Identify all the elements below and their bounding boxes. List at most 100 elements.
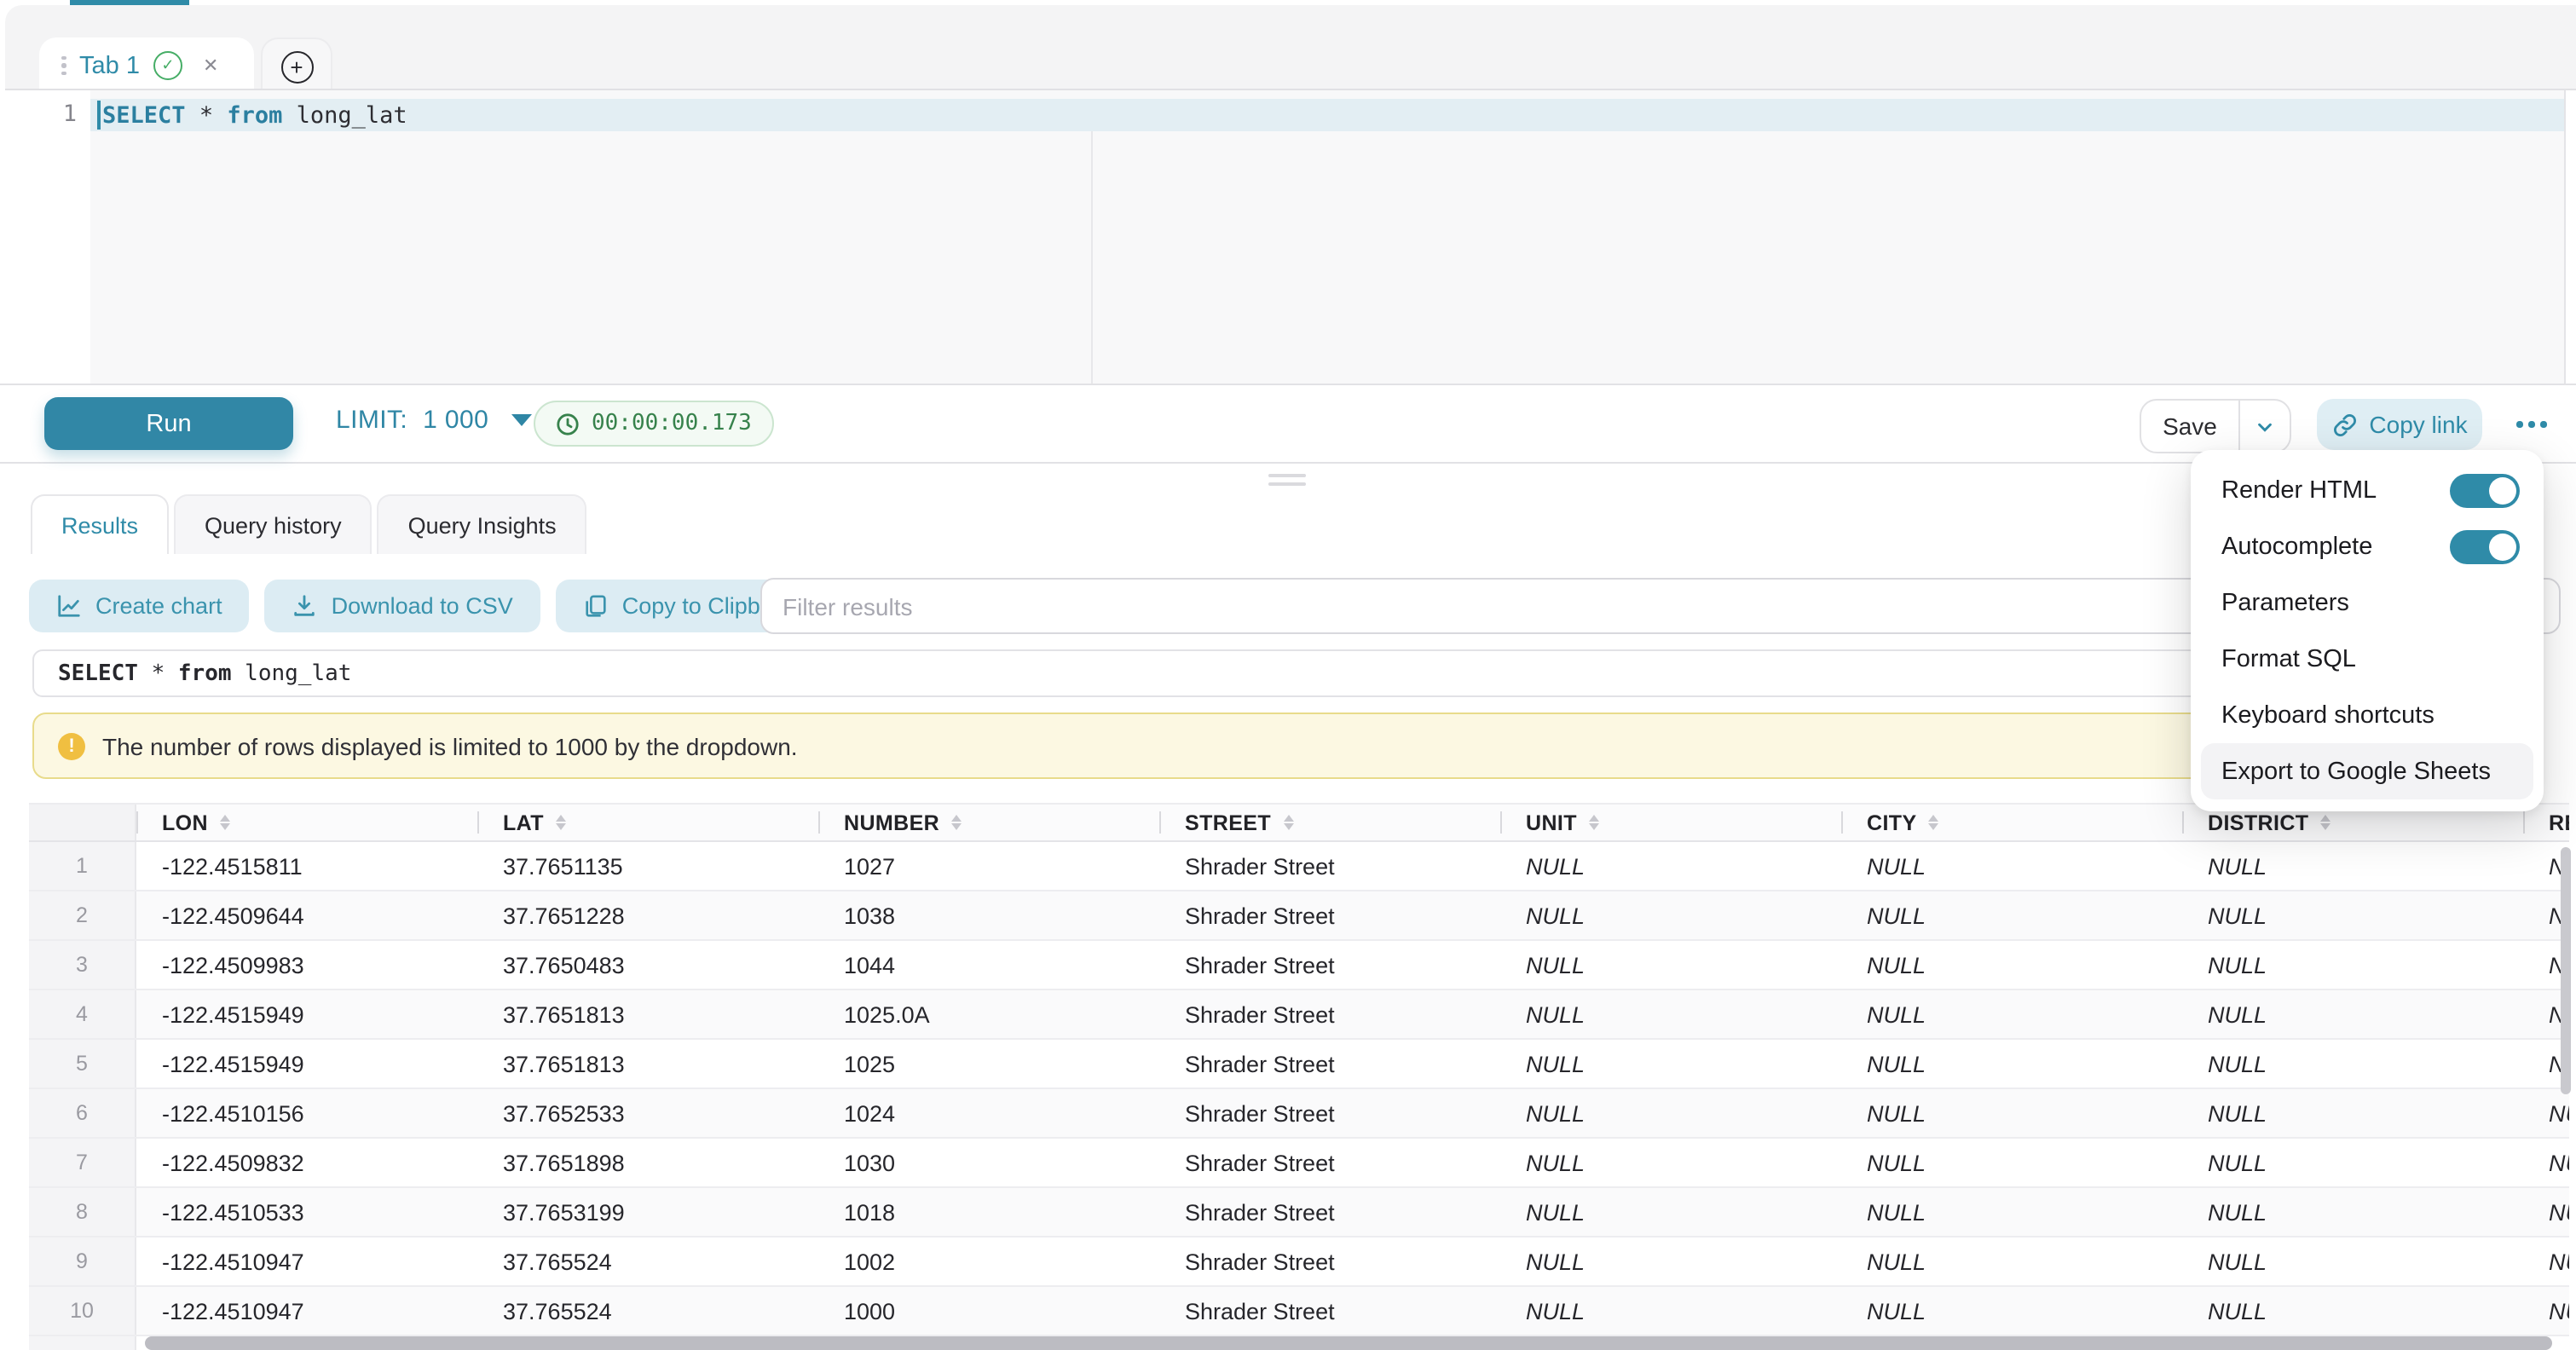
- vertical-scrollbar[interactable]: [2561, 847, 2571, 1094]
- sql-keyword: from: [227, 102, 282, 130]
- panel-resize-handle[interactable]: [1268, 474, 1306, 485]
- column-header-unit[interactable]: UNIT: [1500, 805, 1841, 840]
- table-cell: 1027: [818, 842, 1159, 890]
- table-cell: NULL: [1841, 842, 2182, 890]
- table-row[interactable]: 2-122.450964437.76512281038Shrader Stree…: [29, 891, 2569, 941]
- table-cell: -122.4515811: [136, 842, 477, 890]
- table-cell: NULL: [1841, 1040, 2182, 1088]
- chevron-down-icon: [2255, 417, 2274, 436]
- table-cell: NULL: [2523, 1238, 2569, 1285]
- table-cell: NULL: [1500, 941, 1841, 989]
- table-row[interactable]: 7-122.450983237.76518981030Shrader Stree…: [29, 1139, 2569, 1188]
- table-cell: Shrader Street: [1159, 941, 1500, 989]
- sort-icon[interactable]: [1589, 815, 1599, 831]
- row-number: 8: [29, 1188, 136, 1236]
- sort-icon[interactable]: [1283, 815, 1293, 831]
- table-row[interactable]: 10-122.451094737.7655241000Shrader Stree…: [29, 1287, 2569, 1336]
- row-number: 9: [29, 1238, 136, 1285]
- sort-icon[interactable]: [1929, 815, 1939, 831]
- menu-item-autocomplete[interactable]: Autocomplete: [2191, 518, 2544, 574]
- column-header-lon[interactable]: LON: [136, 805, 477, 840]
- column-header-city[interactable]: CITY: [1841, 805, 2182, 840]
- add-tab-button[interactable]: +: [261, 38, 332, 95]
- table-cell: NULL: [1500, 1139, 1841, 1186]
- drag-grip-icon[interactable]: [61, 56, 66, 76]
- download-to-csv-button[interactable]: Download to CSV: [265, 580, 540, 632]
- query-timer-badge: 00:00:00.173: [534, 401, 774, 447]
- table-cell: NULL: [1500, 842, 1841, 890]
- table-cell: NULL: [2182, 1188, 2523, 1236]
- table-cell: 1044: [818, 941, 1159, 989]
- toggle-switch-on[interactable]: [2450, 473, 2520, 507]
- editor-caret: [97, 101, 101, 130]
- row-number-header: [29, 805, 136, 840]
- table-header-row: LONLATNUMBERSTREETUNITCITYDISTRICTRE: [29, 803, 2569, 842]
- results-tab-results[interactable]: Results: [31, 494, 169, 554]
- table-cell: 37.7651898: [477, 1139, 818, 1186]
- table-cell: 37.7652533: [477, 1089, 818, 1137]
- table-cell: NULL: [2182, 990, 2523, 1038]
- sort-icon[interactable]: [2321, 815, 2331, 831]
- copy-link-button[interactable]: Copy link: [2317, 399, 2482, 450]
- table-cell: 1002: [818, 1238, 1159, 1285]
- table-cell: 37.7650483: [477, 941, 818, 989]
- table-cell: NULL: [2523, 1139, 2569, 1186]
- save-button[interactable]: Save: [2141, 401, 2238, 452]
- menu-item-export-to-google-sheets[interactable]: Export to Google Sheets: [2201, 743, 2533, 799]
- table-cell: Shrader Street: [1159, 842, 1500, 890]
- table-cell: NULL: [2182, 891, 2523, 939]
- column-header-number[interactable]: NUMBER: [818, 805, 1159, 840]
- table-cell: 1000: [818, 1287, 1159, 1335]
- more-options-button[interactable]: [2499, 399, 2564, 450]
- sql-editor[interactable]: 1 SELECT * from long_lat: [5, 89, 2576, 384]
- run-button[interactable]: Run: [44, 397, 293, 450]
- table-cell: NULL: [1500, 1040, 1841, 1088]
- editor-tab-bar: Tab 1 ✓ ✕ +: [5, 5, 2576, 92]
- sort-icon[interactable]: [220, 815, 230, 831]
- table-row[interactable]: 1-122.451581137.76511351027Shrader Stree…: [29, 842, 2569, 891]
- close-tab-icon[interactable]: ✕: [203, 55, 218, 77]
- menu-item-keyboard-shortcuts[interactable]: Keyboard shortcuts: [2191, 687, 2544, 743]
- table-row[interactable]: 9-122.451094737.7655241002Shrader Street…: [29, 1238, 2569, 1287]
- editor-panel-divider: [1091, 131, 1093, 384]
- sort-icon[interactable]: [556, 815, 566, 831]
- app-window: Tab 1 ✓ ✕ + 1 SELECT * from long_lat Run…: [0, 0, 2576, 1350]
- results-tab-query-insights[interactable]: Query Insights: [378, 494, 587, 554]
- table-cell: NULL: [1500, 1188, 1841, 1236]
- table-cell: NULL: [2523, 1089, 2569, 1137]
- table-row[interactable]: 6-122.451015637.76525331024Shrader Stree…: [29, 1089, 2569, 1139]
- sql-operator: *: [186, 102, 228, 130]
- column-header-lat[interactable]: LAT: [477, 805, 818, 840]
- table-row[interactable]: 4-122.451594937.76518131025.0AShrader St…: [29, 990, 2569, 1040]
- results-actions: Create chartDownload to CSVCopy to Clipb…: [29, 580, 834, 632]
- results-tab-query-history[interactable]: Query history: [174, 494, 373, 554]
- table-cell: NULL: [1500, 1089, 1841, 1137]
- sort-icon[interactable]: [951, 815, 962, 831]
- save-options-button[interactable]: [2240, 401, 2290, 452]
- horizontal-scrollbar[interactable]: [145, 1336, 2552, 1350]
- table-cell: Shrader Street: [1159, 1089, 1500, 1137]
- tab-1[interactable]: Tab 1 ✓ ✕: [39, 38, 254, 94]
- table-cell: NULL: [2182, 1238, 2523, 1285]
- warning-text: The number of rows displayed is limited …: [102, 732, 798, 759]
- table-cell: NULL: [1841, 1238, 2182, 1285]
- editor-code-line[interactable]: SELECT * from long_lat: [102, 102, 407, 130]
- results-tab-strip: ResultsQuery historyQuery Insights: [31, 494, 587, 554]
- table-cell: Shrader Street: [1159, 1238, 1500, 1285]
- table-cell: NULL: [1500, 990, 1841, 1038]
- table-row[interactable]: 8-122.451053337.76531991018Shrader Stree…: [29, 1188, 2569, 1238]
- table-cell: NULL: [2182, 1089, 2523, 1137]
- create-chart-button[interactable]: Create chart: [29, 580, 250, 632]
- table-cell: -122.4510533: [136, 1188, 477, 1236]
- table-cell: -122.4515949: [136, 1040, 477, 1088]
- menu-item-format-sql[interactable]: Format SQL: [2191, 631, 2544, 687]
- menu-item-render-html[interactable]: Render HTML: [2191, 462, 2544, 518]
- toggle-switch-on[interactable]: [2450, 529, 2520, 563]
- limit-dropdown[interactable]: LIMIT: 1 000: [336, 406, 531, 435]
- row-number: 1: [29, 842, 136, 890]
- menu-item-parameters[interactable]: Parameters: [2191, 574, 2544, 631]
- column-header-street[interactable]: STREET: [1159, 805, 1500, 840]
- limit-label: LIMIT:: [336, 406, 407, 435]
- table-row[interactable]: 3-122.450998337.76504831044Shrader Stree…: [29, 941, 2569, 990]
- table-row[interactable]: 5-122.451594937.76518131025Shrader Stree…: [29, 1040, 2569, 1089]
